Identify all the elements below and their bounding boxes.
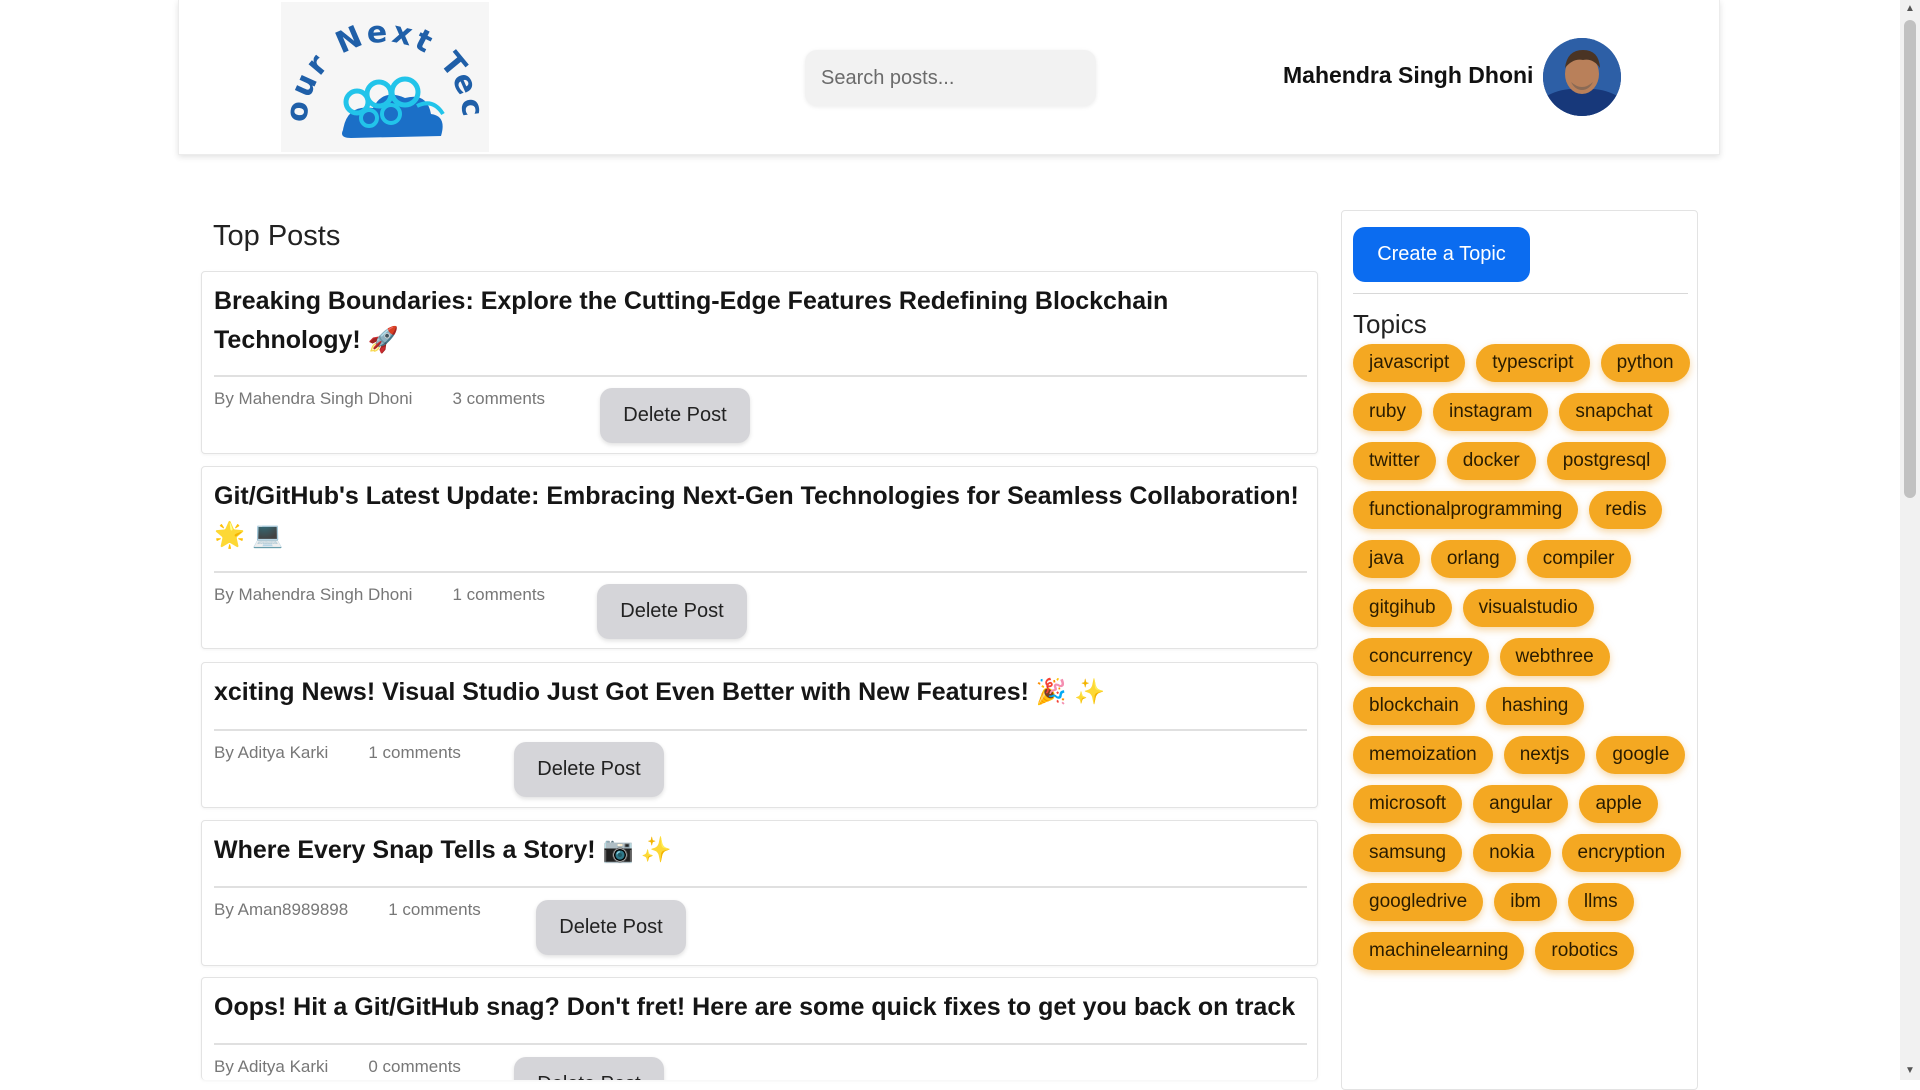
topic-tag[interactable]: google (1596, 736, 1686, 774)
site-logo[interactable]: Your Next Tech (269, 0, 489, 152)
post-meta: By Mahendra Singh Dhoni 1 comments (214, 585, 545, 605)
topic-tag[interactable]: docker (1446, 442, 1536, 480)
topic-tag[interactable]: compiler (1526, 540, 1631, 578)
topic-tag[interactable]: blockchain (1353, 687, 1475, 725)
post-title[interactable]: xciting News! Visual Studio Just Got Eve… (214, 673, 1308, 712)
post-comments-count[interactable]: 3 comments (452, 389, 545, 408)
topic-tag[interactable]: redis (1589, 491, 1663, 529)
topic-tag[interactable]: llms (1567, 883, 1634, 921)
post-divider (214, 729, 1307, 731)
topic-tag[interactable]: javascript (1353, 344, 1466, 382)
post-divider (214, 571, 1307, 573)
post-author: By Mahendra Singh Dhoni (214, 389, 413, 408)
section-title: Top Posts (213, 220, 341, 252)
post-card[interactable]: Where Every Snap Tells a Story! 📷 ✨ By A… (201, 820, 1318, 966)
post-title[interactable]: Oops! Hit a Git/GitHub snag? Don't fret!… (214, 988, 1308, 1027)
delete-post-button[interactable]: Delete Post (600, 388, 750, 443)
topic-tag[interactable]: ibm (1494, 883, 1557, 921)
post-comments-count[interactable]: 0 comments (368, 1057, 461, 1076)
create-topic-button[interactable]: Create a Topic (1353, 227, 1530, 282)
topics-sidebar: Create a Topic Topics javascript typescr… (1341, 210, 1698, 1090)
scroll-up-arrow-icon[interactable]: ▲ (1900, 0, 1920, 18)
topic-tag[interactable]: microsoft (1353, 785, 1463, 823)
topic-tag[interactable]: instagram (1432, 393, 1549, 431)
post-card[interactable]: xciting News! Visual Studio Just Got Eve… (201, 662, 1318, 808)
post-card[interactable]: Git/GitHub's Latest Update: Embracing Ne… (201, 466, 1318, 649)
logo-graphic: Your Next Tech (269, 0, 487, 138)
topic-tag[interactable]: memoization (1353, 736, 1493, 774)
topic-tag[interactable]: gitgihub (1353, 589, 1452, 627)
post-comments-count[interactable]: 1 comments (388, 900, 481, 919)
scrollbar-thumb[interactable] (1904, 20, 1916, 498)
topic-tag[interactable]: ruby (1353, 393, 1422, 431)
post-meta: By Aditya Karki 1 comments (214, 743, 461, 763)
topic-tag[interactable]: angular (1473, 785, 1569, 823)
search-input[interactable] (805, 50, 1096, 106)
post-meta: By Aditya Karki 0 comments (214, 1057, 461, 1077)
topic-tag[interactable]: visualstudio (1462, 589, 1594, 627)
topic-tag[interactable]: nokia (1473, 834, 1551, 872)
topic-tag-list: javascript typescript python ruby instag… (1353, 344, 1698, 970)
post-meta: By Aman8989898 1 comments (214, 900, 481, 920)
sidebar-divider (1353, 293, 1688, 294)
topic-tag[interactable]: webthree (1499, 638, 1610, 676)
delete-post-button[interactable]: Delete Post (514, 742, 664, 797)
topic-tag[interactable]: nextjs (1503, 736, 1586, 774)
top-navbar: Your Next Tech Mahendra Singh Dhoni (178, 0, 1720, 155)
topic-tag[interactable]: robotics (1535, 932, 1634, 970)
post-meta: By Mahendra Singh Dhoni 3 comments (214, 389, 545, 409)
scroll-down-arrow-icon[interactable]: ▼ (1900, 1062, 1920, 1080)
user-name[interactable]: Mahendra Singh Dhoni (1283, 62, 1533, 89)
avatar-image (1543, 38, 1621, 116)
topic-tag[interactable]: python (1600, 344, 1690, 382)
post-divider (214, 886, 1307, 888)
post-comments-count[interactable]: 1 comments (452, 585, 545, 604)
topic-tag[interactable]: googledrive (1353, 883, 1484, 921)
topic-tag[interactable]: hashing (1485, 687, 1585, 725)
post-divider (214, 375, 1307, 377)
post-author: By Mahendra Singh Dhoni (214, 585, 413, 604)
post-divider (214, 1043, 1307, 1045)
post-author: By Aditya Karki (214, 743, 329, 762)
post-title[interactable]: Breaking Boundaries: Explore the Cutting… (214, 282, 1308, 360)
post-author: By Aditya Karki (214, 1057, 329, 1076)
topic-tag[interactable]: apple (1579, 785, 1658, 823)
topic-tag[interactable]: typescript (1476, 344, 1590, 382)
avatar[interactable] (1543, 38, 1621, 116)
post-comments-count[interactable]: 1 comments (368, 743, 461, 762)
topic-tag[interactable]: concurrency (1353, 638, 1489, 676)
post-title[interactable]: Where Every Snap Tells a Story! 📷 ✨ (214, 831, 1308, 870)
topic-tag[interactable]: samsung (1353, 834, 1463, 872)
post-card[interactable]: Breaking Boundaries: Explore the Cutting… (201, 271, 1318, 454)
topic-tag[interactable]: orlang (1430, 540, 1516, 578)
topic-tag[interactable]: java (1353, 540, 1420, 578)
topic-tag[interactable]: encryption (1561, 834, 1682, 872)
post-author: By Aman8989898 (214, 900, 349, 919)
delete-post-button[interactable]: Delete Post (536, 900, 686, 955)
topic-tag[interactable]: machinelearning (1353, 932, 1525, 970)
topic-tag[interactable]: snapchat (1559, 393, 1669, 431)
topics-heading: Topics (1353, 309, 1427, 339)
topic-tag[interactable]: twitter (1353, 442, 1436, 480)
delete-post-button[interactable]: Delete Post (514, 1057, 664, 1080)
post-card[interactable]: Oops! Hit a Git/GitHub snag? Don't fret!… (201, 977, 1318, 1080)
page-scrollbar[interactable]: ▲ ▼ (1900, 0, 1920, 1080)
topic-tag[interactable]: postgresql (1546, 442, 1667, 480)
delete-post-button[interactable]: Delete Post (597, 584, 747, 639)
post-title[interactable]: Git/GitHub's Latest Update: Embracing Ne… (214, 477, 1308, 555)
topic-tag[interactable]: functionalprogramming (1353, 491, 1579, 529)
